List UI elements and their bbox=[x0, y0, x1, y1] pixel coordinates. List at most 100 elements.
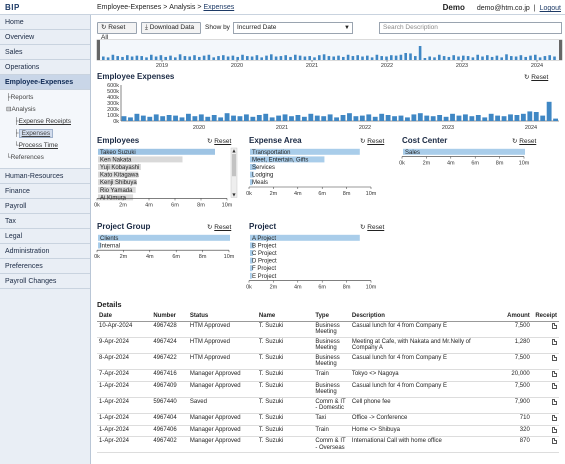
logout-link[interactable]: Logout bbox=[540, 5, 561, 12]
sidebar-item-payroll-changes[interactable]: Payroll Changes bbox=[0, 274, 90, 289]
expense-bar bbox=[495, 115, 501, 121]
expense-area-reset[interactable]: ↻ Reset bbox=[360, 137, 384, 145]
document-icon[interactable] bbox=[552, 398, 557, 405]
employees-reset[interactable]: ↻ Reset bbox=[207, 137, 231, 145]
table-row[interactable]: 1-Apr-2024 4967409 Manager Approved T. Suzu… bbox=[97, 381, 559, 398]
tree-item-process-time[interactable]: └Process Time bbox=[6, 140, 90, 152]
document-icon[interactable] bbox=[552, 438, 557, 445]
sidebar-item-employee-expenses[interactable]: Employee-Expenses bbox=[0, 75, 90, 90]
overview-bar bbox=[126, 55, 129, 60]
document-icon[interactable] bbox=[552, 354, 557, 361]
breadcrumb-current[interactable]: Expenses bbox=[203, 4, 234, 11]
overview-bar bbox=[462, 55, 465, 60]
document-icon[interactable] bbox=[552, 322, 557, 329]
sidebar-item-tax[interactable]: Tax bbox=[0, 214, 90, 229]
overview-bar bbox=[394, 55, 398, 60]
column-header-number[interactable]: Number bbox=[151, 311, 188, 322]
column-header-description[interactable]: Description bbox=[349, 311, 480, 322]
column-header-amount[interactable]: Amount bbox=[479, 311, 532, 322]
download-data-button[interactable]: ⤓ Download Data bbox=[141, 22, 201, 34]
column-header-date[interactable]: Date bbox=[97, 311, 152, 322]
document-icon[interactable] bbox=[552, 415, 557, 422]
table-row[interactable]: 1-Apr-2024 4967402 Manager Approved T. Suzu… bbox=[97, 436, 559, 454]
overview-bar bbox=[505, 54, 508, 60]
table-row[interactable]: 1-Apr-2024 5967440 Saved T. Suzuki Comm & IT… bbox=[97, 397, 559, 415]
document-icon[interactable] bbox=[552, 338, 557, 345]
cell-description: Meeting at Cafe, with Nakata and Mr.Nell… bbox=[349, 337, 480, 354]
cost-center-chart[interactable]: Sales0k 2m 4m 6m 8m 10m bbox=[399, 148, 542, 176]
table-row[interactable]: 9-Apr-2024 4967424 HTM Approved T. Suzuki Bu… bbox=[97, 337, 559, 354]
employee-expenses-reset[interactable]: ↻ Reset bbox=[524, 73, 548, 81]
expense-bar bbox=[527, 111, 533, 121]
cell-description: Office -> Conference bbox=[349, 413, 480, 426]
sidebar-item-sales[interactable]: Sales bbox=[0, 45, 90, 60]
show-by-select[interactable]: Incurred Date ▼ bbox=[233, 22, 353, 34]
download-icon: ⤓ bbox=[145, 24, 148, 31]
employee-expenses-chart[interactable]: 0k100k200k300k400k500k600k 2020 2021 2022 20… bbox=[97, 83, 559, 131]
x-tick-label: 4m bbox=[146, 254, 154, 260]
column-header-name[interactable]: Name bbox=[256, 311, 314, 322]
cell-status: Manager Approved bbox=[187, 425, 257, 438]
expense-bar bbox=[256, 115, 262, 121]
overview-bar bbox=[471, 57, 475, 60]
expense-bar bbox=[353, 116, 359, 121]
sidebar-item-administration[interactable]: Administration bbox=[0, 244, 90, 259]
sidebar-item-home[interactable]: Home bbox=[0, 15, 90, 30]
tree-item-expense-receipts[interactable]: ├Expense Receipts bbox=[6, 116, 90, 128]
cost-center-reset[interactable]: ↻ Reset bbox=[512, 137, 536, 145]
table-row[interactable]: 8-Apr-2024 4967422 HTM Approved T. Suzuki Bu… bbox=[97, 353, 559, 371]
expense-bar bbox=[456, 115, 462, 121]
overview-bar bbox=[140, 56, 143, 60]
cell-status: HTM Approved bbox=[187, 321, 257, 338]
table-row[interactable]: 7-Apr-2024 4967416 Manager Approved T. Suzu… bbox=[97, 369, 559, 382]
project-group-reset[interactable]: ↻ Reset bbox=[207, 223, 231, 231]
cell-receipt bbox=[531, 413, 559, 426]
document-icon[interactable] bbox=[552, 371, 557, 378]
cell-date: 9-Apr-2024 bbox=[97, 337, 152, 354]
expense-bar bbox=[424, 115, 430, 121]
search-input[interactable]: Search Description bbox=[379, 22, 562, 34]
project-reset[interactable]: ↻ Reset bbox=[360, 223, 384, 231]
sidebar-item-preferences[interactable]: Preferences bbox=[0, 259, 90, 274]
tree-item-expenses[interactable]: ├ Expenses bbox=[6, 128, 90, 140]
sidebar-item-human-resources[interactable]: Human-Resources bbox=[0, 169, 90, 184]
sidebar-item-operations[interactable]: Operations bbox=[0, 60, 90, 75]
table-row[interactable]: 1-Apr-2024 4967406 Manager Approved T. Suzu… bbox=[97, 425, 559, 438]
tree-item-reports[interactable]: ├Reports bbox=[6, 92, 90, 104]
breadcrumb-analysis[interactable]: Analysis bbox=[169, 4, 195, 11]
sidebar-item-overview[interactable]: Overview bbox=[0, 30, 90, 45]
tree-item-references[interactable]: └References bbox=[6, 152, 90, 164]
project-chart[interactable]: A ProjectB Project C Project D ProjectF Pr… bbox=[246, 234, 389, 300]
expense-area-chart[interactable]: TransportationMeet, Entertain, Gifts Serv… bbox=[246, 148, 389, 220]
reset-all-button[interactable]: ↻ Reset All bbox=[97, 22, 137, 41]
cell-receipt bbox=[531, 353, 559, 371]
range-selector-chart[interactable]: 2019 2020 2021 2022 2023 2024 bbox=[96, 39, 563, 69]
column-header-type[interactable]: Type bbox=[313, 311, 350, 322]
employees-chart[interactable]: Takeo SuzukiKen Nakata Yuji Kobayashi Kato… bbox=[94, 147, 239, 220]
overview-bar bbox=[207, 54, 211, 60]
tree-item-analysis[interactable]: ⊟Analysis bbox=[6, 104, 90, 116]
breadcrumb-employee-expenses[interactable]: Employee-Expenses bbox=[97, 4, 161, 11]
table-row[interactable]: 10-Apr-2024 4967428 HTM Approved T. Suzuki B… bbox=[97, 321, 559, 338]
sidebar-item-finance[interactable]: Finance bbox=[0, 184, 90, 199]
y-tick-label: 100k bbox=[107, 113, 119, 119]
tree-label-process-time: Process Time bbox=[18, 142, 58, 149]
sidebar-item-legal[interactable]: Legal bbox=[0, 229, 90, 244]
refresh-icon: ↻ bbox=[360, 224, 366, 231]
column-header-status[interactable]: Status bbox=[187, 311, 257, 322]
document-icon[interactable] bbox=[552, 382, 557, 389]
category-label: A Project bbox=[252, 236, 276, 242]
expense-bar bbox=[334, 117, 339, 121]
table-row[interactable]: 1-Apr-2024 4967404 Manager Approved T. Suzu… bbox=[97, 413, 559, 426]
cell-type: Comm & IT - Overseas bbox=[313, 436, 350, 454]
expense-bar bbox=[488, 113, 494, 121]
sidebar-item-payroll[interactable]: Payroll bbox=[0, 199, 90, 214]
cell-type: Business Meeting bbox=[313, 337, 350, 354]
overview-bar bbox=[222, 55, 225, 60]
column-header-receipt[interactable]: Receipt bbox=[531, 311, 559, 322]
cell-amount: 7,500 bbox=[479, 321, 532, 338]
document-icon[interactable] bbox=[552, 426, 557, 433]
project-group-chart[interactable]: ClientsInternal0k 2m 4m 6m 8m 10m bbox=[94, 234, 239, 264]
cell-amount: 1,280 bbox=[479, 337, 532, 354]
overview-bar bbox=[270, 54, 273, 60]
